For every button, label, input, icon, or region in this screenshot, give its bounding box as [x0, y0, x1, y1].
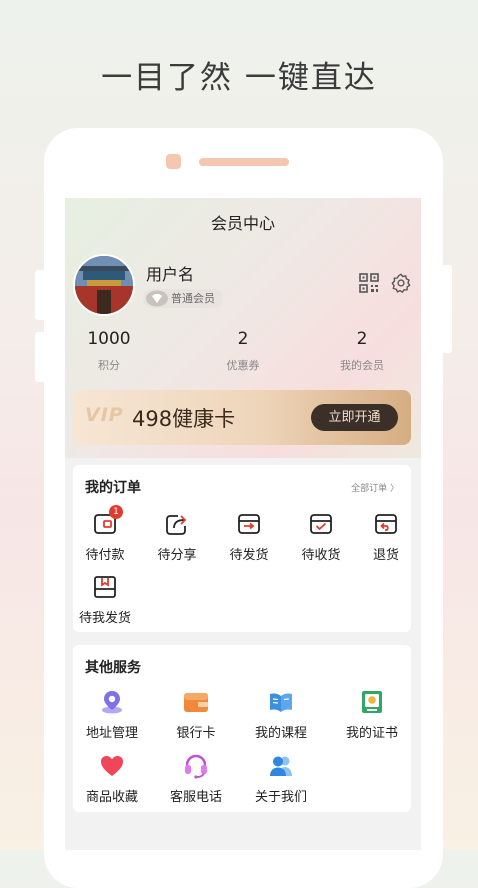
- service-address-management[interactable]: 地址管理: [76, 689, 148, 741]
- service-label: 我的证书: [345, 726, 398, 741]
- service-label: 银行卡: [176, 726, 216, 741]
- order-item-pending-share[interactable]: 待分享: [141, 511, 213, 563]
- my-members-label: 我的会员: [340, 359, 384, 372]
- username: 用户名: [146, 265, 195, 284]
- qr-code-icon[interactable]: [358, 272, 380, 294]
- service-label: 我的课程: [254, 726, 307, 741]
- activate-now-button[interactable]: 立即开通: [311, 404, 398, 431]
- all-orders-link[interactable]: 全部订单 〉: [351, 481, 399, 494]
- headset-icon: [183, 753, 209, 779]
- phone-side-button: [442, 265, 452, 353]
- my-members-stat[interactable]: 2 我的会员: [312, 329, 412, 373]
- order-item-pending-payment[interactable]: 1 待付款: [69, 505, 141, 563]
- service-label: 客服电话: [169, 790, 222, 805]
- service-my-courses[interactable]: 我的课程: [245, 689, 317, 741]
- member-level-text: 普通会员: [171, 292, 215, 305]
- share-icon: [164, 511, 190, 537]
- return-icon: [373, 511, 399, 537]
- bank-card-icon: [183, 689, 209, 715]
- profile-header: 会员中心 用户名 普通会员 1000 积分 2 优惠券 2 我的会员 VIP 4…: [65, 198, 421, 458]
- service-about-us[interactable]: 关于我们: [245, 753, 317, 805]
- order-item-label: 待分享: [157, 548, 197, 563]
- certificate-icon: [359, 689, 385, 715]
- book-icon: [268, 689, 294, 715]
- order-item-pending-shipment[interactable]: 待发货: [213, 511, 285, 563]
- coupons-stat[interactable]: 2 优惠券: [193, 329, 293, 373]
- people-icon: [268, 753, 294, 779]
- order-item-label: 待发货: [229, 548, 269, 563]
- wallet-pay-icon: 1: [92, 505, 123, 537]
- service-favorites[interactable]: 商品收藏: [76, 753, 148, 805]
- order-item-return[interactable]: 退货: [350, 511, 421, 563]
- box-icon: [92, 574, 118, 600]
- avatar[interactable]: [73, 254, 135, 316]
- location-icon: [99, 689, 125, 715]
- pending-payment-badge: 1: [109, 505, 123, 519]
- promo-headline: 一目了然 一键直达: [101, 60, 377, 96]
- phone-camera: [166, 154, 181, 169]
- coupons-label: 优惠券: [226, 359, 260, 372]
- vip-card-banner[interactable]: VIP 498健康卡 立即开通: [73, 390, 411, 445]
- page-title: 会员中心: [210, 214, 275, 233]
- my-orders-card: 我的订单 全部订单 〉 1 待付款 待分享 待发货 待收货 退货 待我发货: [73, 465, 411, 632]
- app-screen: 会员中心 用户名 普通会员 1000 积分 2 优惠券 2 我的会员 VIP 4…: [65, 198, 421, 850]
- service-my-certificates[interactable]: 我的证书: [336, 689, 408, 741]
- my-members-value: 2: [356, 329, 368, 349]
- phone-speaker: [199, 158, 289, 166]
- ship-icon: [236, 511, 262, 537]
- order-item-label: 退货: [372, 548, 399, 563]
- vip-card-title: 498健康卡: [132, 407, 236, 431]
- points-value: 1000: [87, 329, 131, 349]
- order-item-pending-receipt[interactable]: 待收货: [285, 511, 357, 563]
- order-item-label: 待我发货: [78, 611, 131, 626]
- coupons-value: 2: [237, 329, 249, 349]
- orders-title: 我的订单: [85, 480, 141, 496]
- receive-icon: [308, 511, 334, 537]
- service-label: 商品收藏: [85, 790, 138, 805]
- member-level-badge: 普通会员: [143, 289, 223, 308]
- points-label: 积分: [98, 359, 120, 372]
- gear-icon[interactable]: [390, 272, 412, 294]
- service-label: 地址管理: [85, 726, 138, 741]
- diamond-icon: [146, 290, 168, 307]
- other-services-card: 其他服务 地址管理 银行卡 我的课程 我的证书 商品收藏 客服电话 关于我们: [73, 645, 411, 812]
- service-bank-card[interactable]: 银行卡: [160, 689, 232, 741]
- services-title: 其他服务: [85, 660, 141, 676]
- order-item-label: 待收货: [301, 548, 341, 563]
- order-item-awaiting-my-shipment[interactable]: 待我发货: [69, 574, 141, 626]
- heart-icon: [99, 753, 125, 779]
- service-label: 关于我们: [254, 790, 307, 805]
- avatar-photo: [75, 256, 133, 314]
- service-customer-hotline[interactable]: 客服电话: [160, 753, 232, 805]
- vip-logo: VIP: [85, 404, 124, 426]
- points-stat[interactable]: 1000 积分: [65, 329, 159, 373]
- order-item-label: 待付款: [85, 548, 125, 563]
